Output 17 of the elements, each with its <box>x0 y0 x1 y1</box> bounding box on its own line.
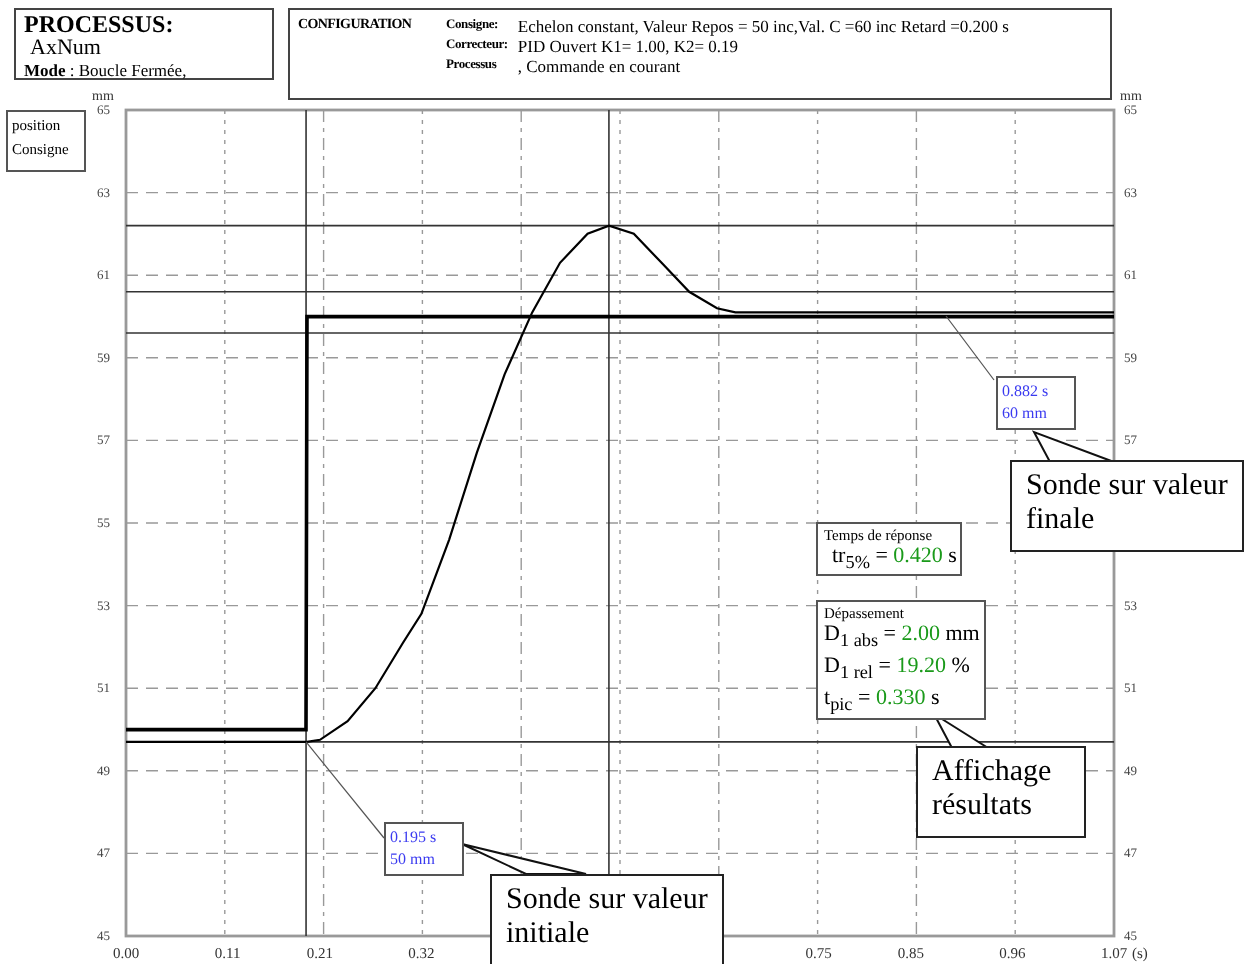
probe-label: 0.195 s 50 mm <box>384 822 464 876</box>
leader-line <box>305 741 385 839</box>
callout-pointer <box>461 843 587 875</box>
result-line: D$_{1 rel}$ = 19.20 % <box>824 654 972 687</box>
process-title: PROCESSUS: <box>24 12 176 36</box>
cursor-line[interactable] <box>125 290 1115 293</box>
mode-text: Mode : Boucle Fermée, <box>24 62 189 79</box>
cursor-line[interactable] <box>125 224 1115 227</box>
config-value: , Commande en courant <box>517 56 683 76</box>
result-line: tr$_{5%}$ = 0.420 s <box>830 544 954 577</box>
leader-line <box>945 315 995 381</box>
probe-label: 0.882 s 60 mm <box>996 376 1076 430</box>
result-line: D$_{1 abs}$ = 2.00 mm <box>824 622 978 655</box>
result-line: t$_{pic}$ = 0.330 s <box>824 686 942 720</box>
config-value: Echelon constant, Valeur Repos = 50 inc,Val. C =60 inc Retard =0.200 s <box>517 16 1009 36</box>
process-name: AxNum <box>30 38 103 60</box>
config-value: PID Ouvert K1= 1.00, K2= 0.19 <box>517 36 741 56</box>
